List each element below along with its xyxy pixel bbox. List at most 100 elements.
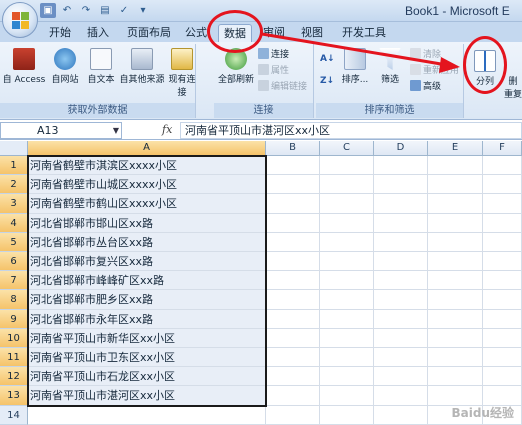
cell-e11[interactable] [428, 348, 483, 368]
row-header-10[interactable]: 10 [0, 328, 28, 348]
cell-d14[interactable] [374, 405, 428, 425]
cell-f12[interactable] [483, 367, 522, 387]
connections-button[interactable]: 连接 [258, 48, 289, 62]
cell-c2[interactable] [320, 175, 374, 195]
office-button[interactable] [2, 2, 38, 38]
cell-c9[interactable] [320, 309, 374, 329]
cell-e13[interactable] [428, 386, 483, 406]
cell-b4[interactable] [266, 213, 320, 233]
column-header-b[interactable]: B [266, 141, 320, 156]
sort-az-button[interactable]: A↓ [320, 52, 335, 66]
cell-c10[interactable] [320, 328, 374, 348]
cell-b2[interactable] [266, 175, 320, 195]
customize-qat-icon[interactable]: ▾ [135, 3, 151, 18]
row-header-11[interactable]: 11 [0, 348, 28, 368]
cell-d11[interactable] [374, 348, 428, 368]
row-header-1[interactable]: 1 [0, 156, 28, 176]
cell-b11[interactable] [266, 348, 320, 368]
sort-za-button[interactable]: Z↓ [320, 74, 334, 88]
row-header-4[interactable]: 4 [0, 213, 28, 233]
print-preview-icon[interactable]: ▤ [97, 3, 113, 18]
row-header-8[interactable]: 8 [0, 290, 28, 310]
cell-c4[interactable] [320, 213, 374, 233]
cell-d2[interactable] [374, 175, 428, 195]
cell-b3[interactable] [266, 194, 320, 214]
cell-d7[interactable] [374, 271, 428, 291]
select-all-corner[interactable] [0, 141, 28, 156]
cell-f7[interactable] [483, 271, 522, 291]
cell-e4[interactable] [428, 213, 483, 233]
cell-a14[interactable] [28, 405, 266, 425]
cell-f1[interactable] [483, 156, 522, 176]
cell-b5[interactable] [266, 232, 320, 252]
cell-a12[interactable]: 河南省平顶山市石龙区xx小区 [28, 367, 266, 387]
from-other-sources-button[interactable]: 自其他来源 [118, 48, 166, 85]
cell-a11[interactable]: 河南省平顶山市卫东区xx小区 [28, 348, 266, 368]
refresh-all-button[interactable]: 全部刷新 [216, 48, 256, 85]
cell-f2[interactable] [483, 175, 522, 195]
cell-f11[interactable] [483, 348, 522, 368]
cell-e12[interactable] [428, 367, 483, 387]
cell-a7[interactable]: 河北省邯郸市峰峰矿区xx路 [28, 271, 266, 291]
advanced-filter-button[interactable]: 高级 [410, 80, 441, 94]
column-header-e[interactable]: E [428, 141, 483, 156]
cell-b14[interactable] [266, 405, 320, 425]
spell-check-icon[interactable]: ✓ [116, 3, 132, 18]
cell-f4[interactable] [483, 213, 522, 233]
cell-a2[interactable]: 河南省鹤壁市山城区xxxx小区 [28, 175, 266, 195]
row-header-14[interactable]: 14 [0, 405, 28, 425]
formula-input[interactable]: 河南省平顶山市湛河区xx小区 [180, 122, 522, 139]
column-header-a[interactable]: A [28, 141, 266, 156]
cell-d13[interactable] [374, 386, 428, 406]
tab-page-layout[interactable]: 页面布局 [122, 24, 176, 42]
row-header-5[interactable]: 5 [0, 232, 28, 252]
cell-a5[interactable]: 河北省邯郸市丛台区xx路 [28, 232, 266, 252]
cell-a8[interactable]: 河北省邯郸市肥乡区xx路 [28, 290, 266, 310]
tab-insert[interactable]: 插入 [82, 24, 114, 42]
column-header-d[interactable]: D [374, 141, 428, 156]
cell-b8[interactable] [266, 290, 320, 310]
cell-e3[interactable] [428, 194, 483, 214]
cell-e9[interactable] [428, 309, 483, 329]
clear-filter-button[interactable]: 清除 [410, 48, 441, 62]
cell-b13[interactable] [266, 386, 320, 406]
cell-c13[interactable] [320, 386, 374, 406]
column-header-c[interactable]: C [320, 141, 374, 156]
cell-d8[interactable] [374, 290, 428, 310]
existing-connections-button[interactable]: 现有连接 [168, 48, 196, 98]
row-header-6[interactable]: 6 [0, 252, 28, 272]
cell-a9[interactable]: 河北省邯郸市永年区xx路 [28, 309, 266, 329]
sort-button[interactable]: 排序... [340, 48, 370, 85]
cell-c5[interactable] [320, 232, 374, 252]
cell-e1[interactable] [428, 156, 483, 176]
cell-e5[interactable] [428, 232, 483, 252]
row-header-12[interactable]: 12 [0, 367, 28, 387]
cell-c7[interactable] [320, 271, 374, 291]
cell-d6[interactable] [374, 252, 428, 272]
cell-f6[interactable] [483, 252, 522, 272]
cell-a1[interactable]: 河南省鹤壁市淇滨区xxxx小区 [28, 156, 266, 176]
row-header-9[interactable]: 9 [0, 309, 28, 329]
cell-d10[interactable] [374, 328, 428, 348]
cell-d9[interactable] [374, 309, 428, 329]
cell-a6[interactable]: 河北省邯郸市复兴区xx路 [28, 252, 266, 272]
chevron-down-icon[interactable]: ▼ [113, 123, 119, 138]
row-header-3[interactable]: 3 [0, 194, 28, 214]
cell-a10[interactable]: 河南省平顶山市新华区xx小区 [28, 328, 266, 348]
cell-f5[interactable] [483, 232, 522, 252]
cell-d1[interactable] [374, 156, 428, 176]
row-header-7[interactable]: 7 [0, 271, 28, 291]
redo-icon[interactable]: ↷ [78, 3, 94, 18]
cell-b12[interactable] [266, 367, 320, 387]
cell-c12[interactable] [320, 367, 374, 387]
from-access-button[interactable]: 自 Access [2, 48, 46, 85]
save-icon[interactable]: ▣ [40, 3, 56, 18]
tab-home[interactable]: 开始 [44, 24, 76, 42]
from-text-button[interactable]: 自文本 [84, 48, 118, 85]
undo-icon[interactable]: ↶ [59, 3, 75, 18]
function-icon[interactable]: fx [162, 123, 172, 136]
cell-a13[interactable]: 河南省平顶山市湛河区xx小区 [28, 386, 266, 406]
cell-a4[interactable]: 河北省邯郸市邯山区xx路 [28, 213, 266, 233]
edit-links-button[interactable]: 编辑链接 [258, 80, 307, 94]
tab-view[interactable]: 视图 [296, 24, 328, 42]
